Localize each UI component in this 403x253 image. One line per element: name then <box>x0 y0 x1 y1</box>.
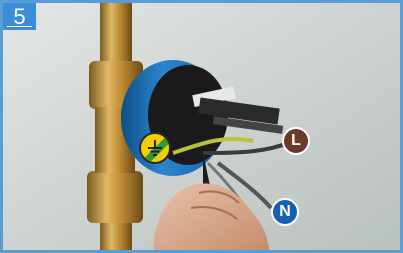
step-number: 5 <box>13 4 26 29</box>
earth-callout <box>139 132 171 164</box>
instruction-photo-frame: L N <box>0 0 403 253</box>
earth-ground-icon <box>148 140 162 156</box>
connector-wiring-photo <box>3 3 400 250</box>
neutral-callout: N <box>271 198 299 226</box>
neutral-label: N <box>279 203 291 220</box>
step-number-badge: 5 <box>3 3 36 30</box>
brass-nut-bottom <box>87 171 143 223</box>
live-callout: L <box>282 127 310 155</box>
live-label: L <box>291 132 301 149</box>
